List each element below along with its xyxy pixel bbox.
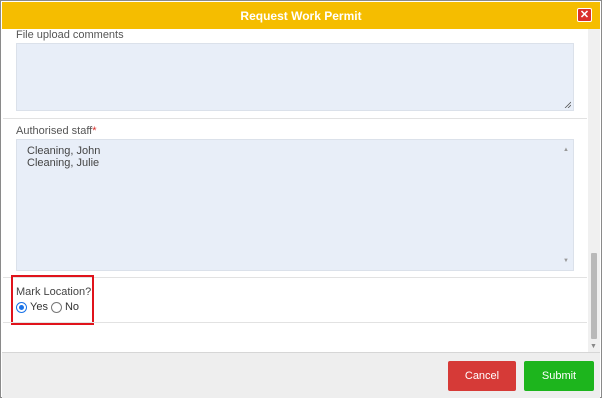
scrollbar-thumb[interactable] xyxy=(591,253,597,339)
close-icon: ✕ xyxy=(579,9,590,21)
staff-item[interactable]: Cleaning, Julie xyxy=(27,157,563,169)
scroll-up-icon[interactable]: ▲ xyxy=(563,144,569,156)
dialog-title-bar: Request Work Permit ✕ xyxy=(2,2,600,29)
form-content[interactable]: File upload comments Authorised staff* C… xyxy=(2,29,600,352)
dialog-window: Request Work Permit ✕ File upload commen… xyxy=(0,0,602,398)
section-divider xyxy=(3,322,587,323)
submit-button[interactable]: Submit xyxy=(524,361,594,391)
authorised-staff-label-text: Authorised staff xyxy=(16,125,93,137)
file-upload-comments-label: File upload comments xyxy=(16,29,124,41)
authorised-staff-label: Authorised staff* xyxy=(16,125,97,137)
dialog-footer: Cancel Submit xyxy=(2,352,600,398)
highlight-annotation-box xyxy=(11,275,94,325)
authorised-staff-listbox[interactable]: Cleaning, John Cleaning, Julie ▲ ▼ xyxy=(16,139,574,271)
close-button[interactable]: ✕ xyxy=(577,8,592,22)
scroll-down-icon[interactable]: ▼ xyxy=(563,255,569,267)
content-scrollbar[interactable]: ▼ xyxy=(588,29,600,352)
cancel-button[interactable]: Cancel xyxy=(448,361,516,391)
resize-grip-icon[interactable] xyxy=(564,101,571,108)
scroll-down-arrow-icon[interactable]: ▼ xyxy=(590,343,597,350)
section-divider xyxy=(3,118,587,119)
required-marker: * xyxy=(92,125,97,137)
file-upload-comments-textarea[interactable] xyxy=(16,43,574,111)
staff-item[interactable]: Cleaning, John xyxy=(27,145,563,157)
dialog-title: Request Work Permit xyxy=(240,9,362,23)
